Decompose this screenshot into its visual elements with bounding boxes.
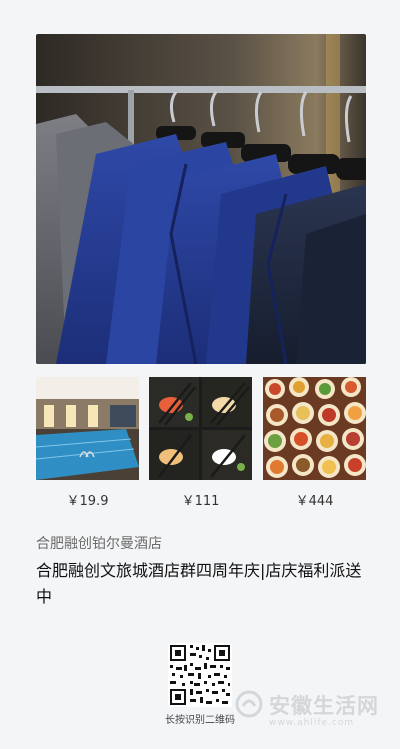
poster-card: ￥19.9 ￥111 ￥444 合肥融创铂尔曼酒店 合肥融创文旅城酒店群四周年庆… [0,0,400,749]
hero-image [36,34,366,364]
price-pool: ￥19.9 [66,494,109,509]
sushi-thumbnail [149,377,252,480]
buffet-thumbnail [263,377,366,480]
watermark-logo-icon [235,690,263,718]
pool-thumbnail [36,377,139,480]
price-sushi: ￥111 [181,494,220,509]
qr-code[interactable] [168,643,232,707]
watermark-url: www.ahlife.com [269,718,355,728]
promo-title: 合肥融创文旅城酒店群四周年庆|店庆福利派送中 [36,561,362,606]
price-buffet: ￥444 [295,494,334,509]
site-watermark: 安徽生活网 www.ahlife.com [235,688,395,732]
hotel-name: 合肥融创铂尔曼酒店 [36,536,162,552]
watermark-text: 安徽生活网 [269,694,379,718]
